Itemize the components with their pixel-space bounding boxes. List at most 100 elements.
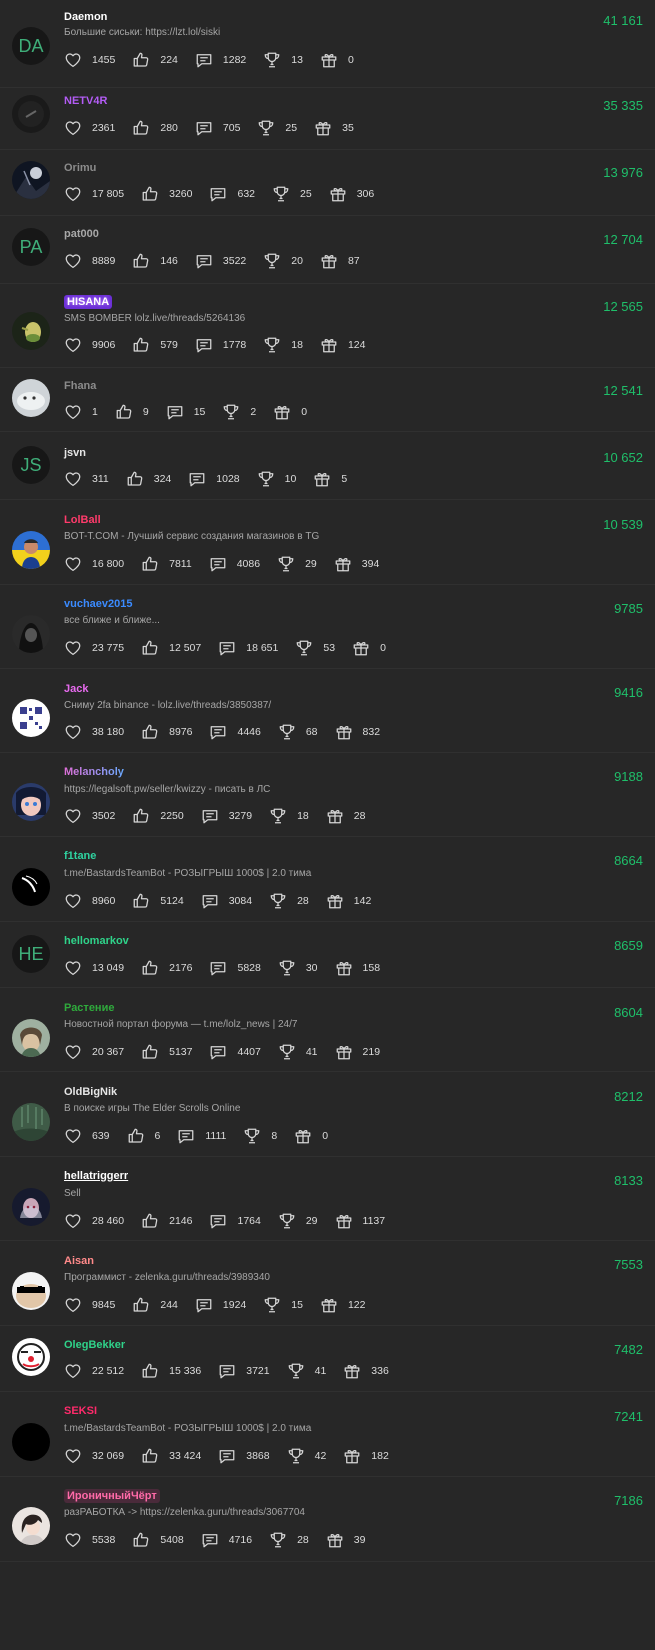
stat-reactions: 3260 (141, 185, 192, 203)
avatar[interactable]: HE (12, 935, 50, 973)
username-link[interactable]: ИроничныйЧёрт (64, 1489, 160, 1503)
avatar[interactable] (12, 531, 50, 569)
username-link[interactable]: Orimu (64, 161, 96, 175)
user-row[interactable]: LolBall BOT-T.COM - Лучший сервис создани… (0, 500, 655, 585)
stat-gifts: 0 (320, 51, 354, 69)
heart-icon (64, 470, 92, 488)
avatar[interactable] (12, 312, 50, 350)
username-link[interactable]: Fhana (64, 379, 96, 393)
username-link[interactable]: jsvn (64, 446, 86, 460)
gift-icon (294, 1127, 322, 1145)
avatar[interactable]: DA (12, 27, 50, 65)
stat-gifts: 39 (326, 1531, 365, 1549)
stat-value: 25 (285, 122, 298, 134)
avatar[interactable]: PA (12, 228, 50, 266)
username-link[interactable]: Jack (64, 682, 88, 696)
stat-reactions: 15 336 (141, 1362, 201, 1380)
stat-messages: 1111 (177, 1127, 226, 1145)
stat-messages: 4086 (209, 555, 260, 573)
user-row[interactable]: HE hellomarkov 13 049 2176 5828 30 158 8659 (0, 922, 655, 988)
heart-icon (64, 639, 92, 657)
avatar[interactable] (12, 161, 50, 199)
stat-messages: 1778 (195, 336, 246, 354)
username-link[interactable]: pat000 (64, 227, 99, 241)
avatar[interactable] (12, 1188, 50, 1226)
username-link[interactable]: Daemon (64, 10, 107, 24)
username-link[interactable]: HISANA (64, 295, 113, 309)
stat-gifts: 394 (334, 555, 379, 573)
stat-gifts: 306 (329, 185, 374, 203)
gift-icon (334, 555, 362, 573)
user-row[interactable]: OldBigNik В поиске игры The Elder Scrolls… (0, 1072, 655, 1157)
stat-reactions: 5124 (132, 892, 184, 910)
avatar[interactable] (12, 868, 50, 906)
gift-icon (320, 252, 348, 270)
user-row[interactable]: PA pat000 8889 146 3522 20 87 12 704 (0, 216, 655, 284)
user-row[interactable]: Aisan Программист - zelenka.guru/threads/… (0, 1241, 655, 1326)
username-link[interactable]: f1tane (64, 849, 96, 863)
gift-icon (313, 470, 341, 488)
avatar[interactable] (12, 1103, 50, 1141)
user-row[interactable]: hellatriggerr Sell 28 460 2146 1764 29 1137 813… (0, 1157, 655, 1241)
trophy-icon (257, 470, 285, 488)
username-link[interactable]: vuchaev2015 (64, 597, 133, 611)
thumbs-up-icon (141, 1362, 169, 1380)
username-link[interactable]: Melancholy (64, 765, 124, 779)
avatar[interactable] (12, 1272, 50, 1310)
user-row[interactable]: DA Daemon Большие сиськи: https://lzt.lol/… (0, 0, 655, 88)
avatar[interactable] (12, 95, 50, 133)
user-row[interactable]: Orimu 17 805 3260 632 25 306 13 976 (0, 150, 655, 216)
stat-value: 29 (305, 1215, 318, 1227)
avatar[interactable] (12, 1019, 50, 1057)
username-link[interactable]: Aisan (64, 1254, 94, 1268)
avatar[interactable] (12, 379, 50, 417)
avatar[interactable] (12, 783, 50, 821)
username-link[interactable]: SEKSI (64, 1404, 97, 1418)
user-row[interactable]: ИроничныйЧёрт разРАБОТКА -> https://zelen… (0, 1477, 655, 1562)
stat-likes: 28 460 (64, 1212, 124, 1230)
avatar[interactable] (12, 615, 50, 653)
user-row[interactable]: SEKSI t.me/BastardsTeamBot - РОЗЫГРЫШ 100… (0, 1392, 655, 1477)
avatar[interactable] (12, 1423, 50, 1461)
avatar[interactable] (12, 1507, 50, 1545)
gift-icon (273, 403, 301, 421)
user-row[interactable]: OlegBekker 22 512 15 336 3721 41 336 7482 (0, 1326, 655, 1392)
gift-icon (320, 51, 348, 69)
user-score: 12 541 (603, 383, 643, 398)
stat-gifts: 5 (313, 470, 347, 488)
stat-value: 1778 (222, 339, 247, 351)
comment-icon (209, 185, 237, 203)
user-score: 9416 (614, 685, 643, 700)
user-row[interactable]: NETV4R 2361 280 705 25 35 35 335 (0, 88, 655, 150)
user-row[interactable]: Fhana 1 9 15 2 0 12 541 (0, 368, 655, 432)
user-row[interactable]: JS jsvn 311 324 1028 10 5 10 652 (0, 432, 655, 500)
user-row[interactable]: Растение Новостной портал форума — t.me/l… (0, 988, 655, 1072)
heart-icon (64, 1447, 92, 1465)
username-link[interactable]: NETV4R (64, 94, 107, 108)
username-link[interactable]: OlegBekker (64, 1338, 125, 1352)
avatar[interactable]: JS (12, 446, 50, 484)
user-row[interactable]: f1tane t.me/BastardsTeamBot - РОЗЫГРЫШ 10… (0, 837, 655, 922)
stat-value: 4086 (236, 558, 261, 570)
stat-likes: 20 367 (64, 1043, 124, 1061)
username-link[interactable]: hellatriggerr (64, 1169, 128, 1183)
user-row[interactable]: HISANA SMS BOMBER lolz.live/threads/52641… (0, 284, 655, 368)
avatar[interactable] (12, 1338, 50, 1376)
user-row[interactable]: vuchaev2015 все ближе и ближе... 23 775 12 … (0, 585, 655, 669)
username-link[interactable]: OldBigNik (64, 1085, 117, 1099)
stat-value: 280 (160, 122, 178, 134)
stat-value: 20 367 (92, 1046, 125, 1058)
stat-gifts: 0 (352, 639, 386, 657)
stat-value: 3522 (222, 255, 247, 267)
stat-value: 8889 (92, 255, 116, 267)
user-row[interactable]: Melancholy https://legalsoft.pw/seller/kw… (0, 753, 655, 837)
stat-value: 41 (305, 1046, 318, 1058)
username-link[interactable]: Растение (64, 1001, 114, 1015)
trophy-icon (263, 252, 291, 270)
avatar[interactable] (12, 699, 50, 737)
user-row[interactable]: Jack Сниму 2fa binance - lolz.live/thread… (0, 669, 655, 753)
thumbs-up-icon (132, 892, 160, 910)
stat-messages: 3868 (218, 1447, 270, 1465)
username-link[interactable]: hellomarkov (64, 934, 129, 948)
username-link[interactable]: LolBall (64, 513, 101, 527)
